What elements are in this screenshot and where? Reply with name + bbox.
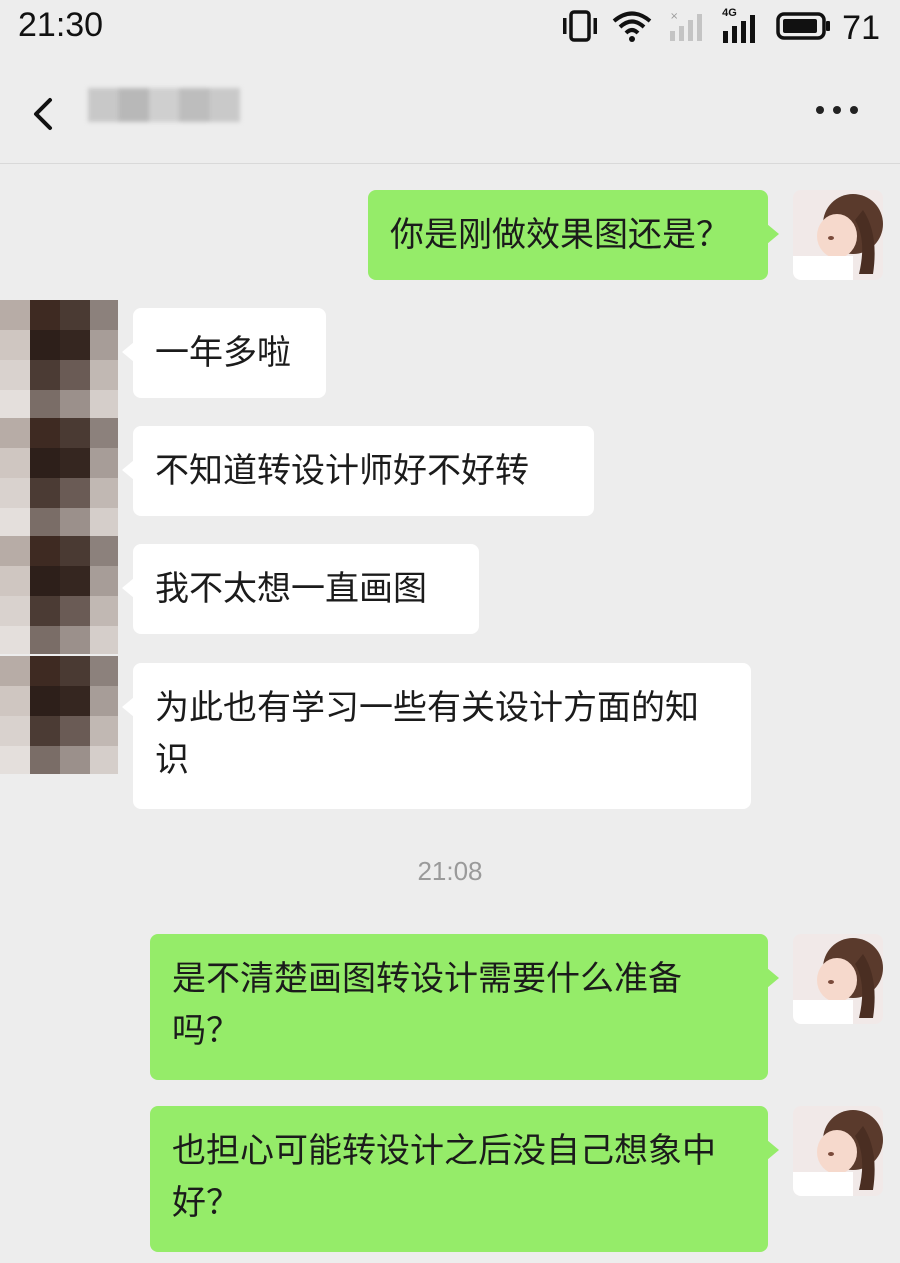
message-text: 为此也有学习一些有关设计方面的知识 — [155, 688, 699, 780]
wifi-icon — [612, 9, 652, 47]
status-time: 21:30 — [18, 6, 104, 44]
message-bubble-outgoing[interactable]: 你是刚做效果图还是？ — [368, 190, 779, 280]
message-text: 你是刚做效果图还是？ — [390, 215, 730, 255]
message-text: 也担心可能转设计之后没自己想象中好？ — [172, 1131, 716, 1223]
time-divider: 21:08 — [417, 856, 483, 886]
message-bubble-outgoing[interactable]: 是不清楚画图转设计需要什么准备吗？ — [150, 934, 779, 1080]
message-bubble-incoming[interactable]: 不知道转设计师好不好转 — [122, 426, 594, 516]
message-bubble-incoming[interactable]: 我不太想一直画图 — [122, 544, 479, 634]
signal-off-icon: × — [666, 9, 706, 47]
message-bubble-incoming[interactable]: 一年多啦 — [122, 308, 326, 398]
battery-level: 71 — [842, 8, 880, 47]
message-text: 是不清楚画图转设计需要什么准备吗？ — [172, 959, 682, 1051]
back-button[interactable] — [28, 94, 62, 134]
my-avatar[interactable] — [793, 190, 883, 280]
svg-text:×: × — [670, 11, 678, 22]
status-bar: 21:30 × 4G 71 — [0, 0, 900, 58]
battery-icon — [776, 10, 832, 46]
status-icons: × 4G 71 — [562, 7, 880, 48]
message-text: 一年多啦 — [155, 333, 291, 373]
message-text: 不知道转设计师好不好转 — [155, 451, 529, 491]
more-options-button[interactable] — [816, 100, 860, 120]
contact-name-blurred — [88, 88, 240, 122]
message-bubble-outgoing[interactable]: 也担心可能转设计之后没自己想象中好？ — [150, 1106, 779, 1252]
chat-header — [0, 58, 900, 164]
chevron-left-icon — [34, 98, 52, 130]
ellipsis-icon — [816, 106, 824, 114]
contact-avatar-blurred[interactable] — [0, 656, 118, 774]
message-text: 我不太想一直画图 — [155, 569, 427, 609]
my-avatar[interactable] — [793, 934, 883, 1024]
message-bubble-incoming[interactable]: 为此也有学习一些有关设计方面的知识 — [122, 663, 751, 809]
my-avatar[interactable] — [793, 1106, 883, 1196]
contact-avatar-blurred[interactable] — [0, 418, 118, 536]
signal-4g-icon: 4G — [720, 7, 762, 45]
contact-avatar-blurred[interactable] — [0, 536, 118, 654]
vibrate-icon — [562, 9, 598, 47]
contact-avatar-blurred[interactable] — [0, 300, 118, 418]
